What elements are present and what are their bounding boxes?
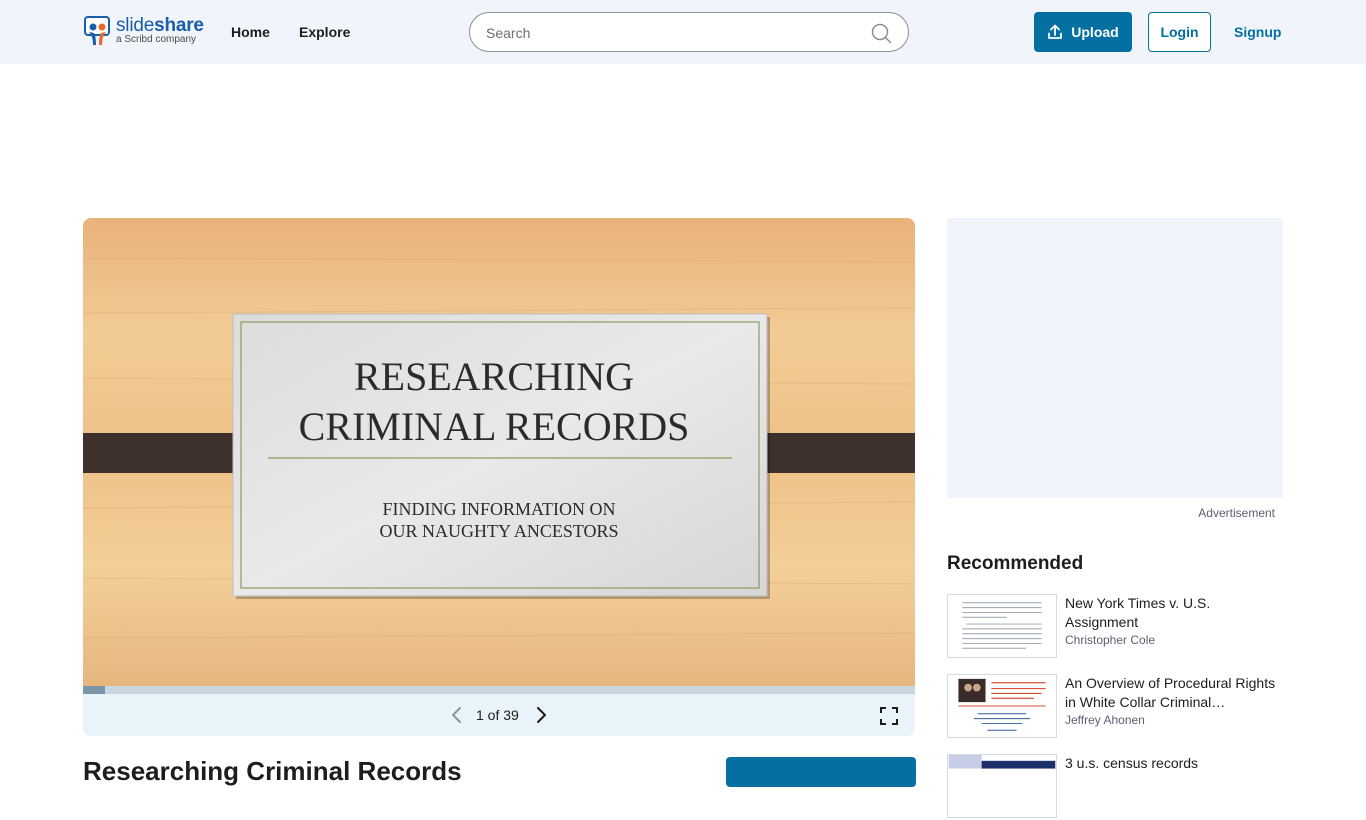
slide-controls: 1 of 39 (83, 694, 915, 736)
document-title: Researching Criminal Records (83, 756, 462, 786)
nav-explore-link[interactable]: Explore (299, 24, 350, 40)
slide-subtitle-line2: OUR NAUGHTY ANCESTORS (379, 521, 618, 541)
search-icon[interactable] (870, 22, 892, 44)
signup-link[interactable]: Signup (1234, 24, 1281, 40)
recommended-item-title[interactable]: An Overview of Procedural Rights in Whit… (1065, 674, 1279, 712)
recommended-item-author[interactable]: Christopher Cole (1065, 632, 1279, 649)
slide-title-line1: RESEARCHING (354, 354, 634, 399)
recommended-thumbnail[interactable] (947, 674, 1057, 738)
recommended-item[interactable]: New York Times v. U.S. Assignment Christ… (947, 594, 1287, 660)
search-box (469, 12, 909, 52)
recommended-item[interactable]: An Overview of Procedural Rights in Whit… (947, 674, 1287, 740)
recommended-item-title[interactable]: New York Times v. U.S. Assignment (1065, 594, 1279, 632)
slide-viewer: RESEARCHING CRIMINAL RECORDS FINDING INF… (83, 218, 915, 736)
recommended-item-author[interactable]: Jeffrey Ahonen (1065, 712, 1279, 729)
login-button[interactable]: Login (1148, 12, 1211, 52)
fullscreen-icon[interactable] (879, 706, 899, 726)
recommended-item-title[interactable]: 3 u.s. census records (1065, 754, 1279, 773)
advertisement-label: Advertisement (1198, 506, 1275, 520)
download-button[interactable] (726, 757, 916, 787)
search-input[interactable] (486, 23, 866, 43)
advertisement-slot[interactable] (947, 218, 1283, 498)
upload-button-label: Upload (1071, 24, 1119, 40)
slide-image[interactable]: RESEARCHING CRIMINAL RECORDS FINDING INF… (83, 218, 915, 686)
slide-progress-bar[interactable] (83, 686, 915, 694)
recommended-thumbnail[interactable] (947, 594, 1057, 658)
recommended-heading: Recommended (947, 553, 1084, 574)
logo-subtitle: a Scribd company (116, 34, 197, 45)
chevron-left-icon[interactable] (449, 706, 465, 724)
slide-progress-fill (83, 686, 105, 694)
chevron-right-icon[interactable] (533, 706, 549, 724)
slide-subtitle-line1: FINDING INFORMATION ON (383, 499, 616, 519)
nav-home-link[interactable]: Home (231, 24, 270, 40)
slide-title-line2: CRIMINAL RECORDS (299, 404, 690, 449)
upload-icon (1048, 24, 1063, 39)
recommended-item[interactable]: 3 u.s. census records (947, 754, 1287, 820)
page-indicator: 1 of 39 (476, 707, 519, 723)
upload-button[interactable]: Upload (1034, 12, 1132, 52)
slideshare-logo[interactable]: slideshare a Scribd company (84, 14, 204, 48)
slideshare-logo-icon (84, 16, 110, 45)
recommended-thumbnail[interactable] (947, 754, 1057, 818)
top-nav-bar: slideshare a Scribd company Home Explore… (0, 0, 1366, 64)
